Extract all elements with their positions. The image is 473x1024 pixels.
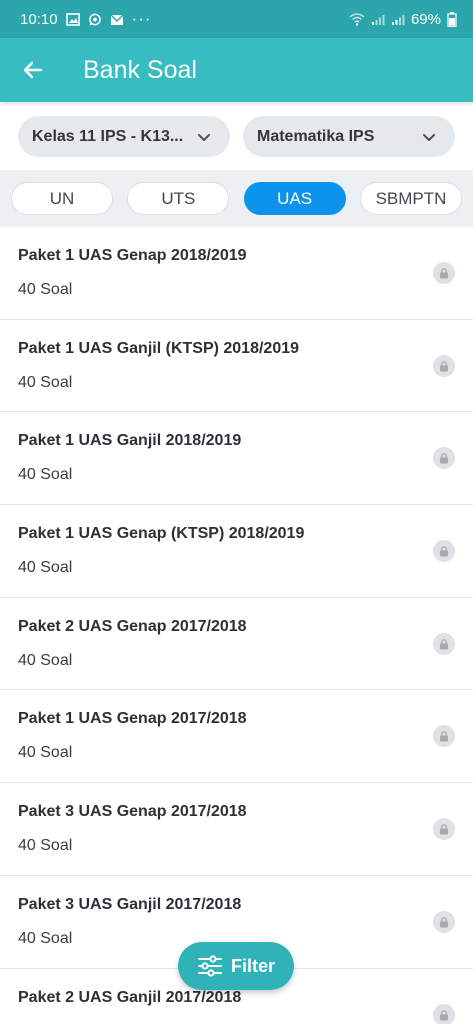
chevron-down-icon — [198, 133, 210, 141]
package-list: Paket 1 UAS Genap 2018/2019 40 Soal Pake… — [0, 227, 473, 1024]
package-title: Paket 1 UAS Genap 2017/2018 — [18, 710, 247, 728]
wifi-icon — [349, 12, 365, 26]
tab-un[interactable]: UN — [11, 182, 113, 215]
signal-1-icon — [371, 14, 385, 25]
arrow-left-icon — [23, 61, 43, 79]
class-dropdown-label: Kelas 11 IPS - K13... — [32, 127, 184, 145]
lock-icon — [433, 540, 455, 563]
list-item[interactable]: Paket 1 UAS Genap (KTSP) 2018/2019 40 So… — [0, 505, 473, 598]
mail-icon — [110, 14, 124, 25]
battery-icon — [447, 11, 457, 27]
list-item[interactable]: Paket 1 UAS Ganjil (KTSP) 2018/2019 40 S… — [0, 320, 473, 413]
question-count: 40 Soal — [18, 466, 73, 484]
lock-icon — [433, 818, 455, 841]
whatsapp-icon — [88, 13, 101, 25]
package-title: Paket 1 UAS Ganjil 2018/2019 — [18, 432, 242, 450]
back-button[interactable] — [0, 38, 64, 102]
list-item[interactable]: Paket 3 UAS Genap 2017/2018 40 Soal — [0, 783, 473, 876]
lock-icon — [433, 910, 455, 933]
app-bar: Bank Soal — [0, 38, 473, 102]
list-item[interactable]: Paket 2 UAS Genap 2017/2018 40 Soal — [0, 598, 473, 691]
question-count: 40 Soal — [18, 281, 73, 298]
lock-icon — [433, 354, 455, 377]
filter-button-label: Filter — [230, 955, 275, 976]
lock-icon — [433, 725, 455, 748]
class-dropdown[interactable]: Kelas 11 IPS - K13... — [18, 116, 230, 157]
tab-uts[interactable]: UTS — [127, 182, 230, 215]
status-bar: 10:10 ··· 69% — [0, 0, 473, 38]
package-title: Paket 1 UAS Ganjil (KTSP) 2018/2019 — [18, 339, 300, 357]
question-count: 40 Soal — [18, 837, 73, 855]
subject-dropdown-label: Matematika IPS — [257, 127, 375, 145]
lock-icon — [433, 262, 455, 284]
battery-percent: 69% — [410, 10, 441, 28]
list-item[interactable]: Paket 1 UAS Genap 2018/2019 40 Soal — [0, 227, 473, 320]
signal-2-icon — [391, 14, 405, 25]
package-title: Paket 3 UAS Ganjil 2017/2018 — [18, 895, 242, 913]
filter-dropdowns: Kelas 11 IPS - K13... Matematika IPS — [18, 116, 455, 157]
chevron-down-icon — [423, 133, 435, 141]
tab-sbmptn[interactable]: SBMPTN — [359, 182, 462, 215]
question-count: 40 Soal — [18, 744, 73, 762]
exam-type-tabs: UN UTS UAS SBMPTN — [0, 170, 473, 227]
package-title: Paket 2 UAS Ganjil 2017/2018 — [18, 988, 242, 1006]
lock-icon — [433, 1003, 455, 1024]
lock-icon — [433, 447, 455, 470]
list-item[interactable]: Paket 1 UAS Ganjil 2018/2019 40 Soal — [0, 412, 473, 506]
lock-icon — [433, 632, 455, 655]
package-title: Paket 3 UAS Genap 2017/2018 — [18, 803, 247, 821]
status-right: 69% — [349, 11, 457, 28]
package-title: Paket 2 UAS Genap 2017/2018 — [18, 617, 247, 635]
gallery-icon — [65, 12, 80, 26]
package-title: Paket 1 UAS Genap 2018/2019 — [18, 247, 247, 264]
tab-uas[interactable]: UAS — [243, 182, 346, 215]
list-item[interactable]: Paket 1 UAS Genap 2017/2018 40 Soal — [0, 690, 473, 784]
subject-dropdown[interactable]: Matematika IPS — [243, 116, 455, 157]
package-title: Paket 1 UAS Genap (KTSP) 2018/2019 — [18, 525, 305, 543]
status-left: 10:10 ··· — [20, 9, 152, 29]
question-count: 40 Soal — [18, 373, 73, 391]
question-count: 40 Soal — [18, 651, 73, 669]
sliders-icon — [197, 955, 222, 977]
page-title: Bank Soal — [83, 55, 197, 84]
status-time: 10:10 — [20, 10, 58, 28]
question-count: 40 Soal — [18, 929, 73, 947]
filter-button[interactable]: Filter — [178, 942, 294, 990]
more-notifications: ··· — [131, 9, 152, 28]
question-count: 40 Soal — [18, 559, 73, 577]
